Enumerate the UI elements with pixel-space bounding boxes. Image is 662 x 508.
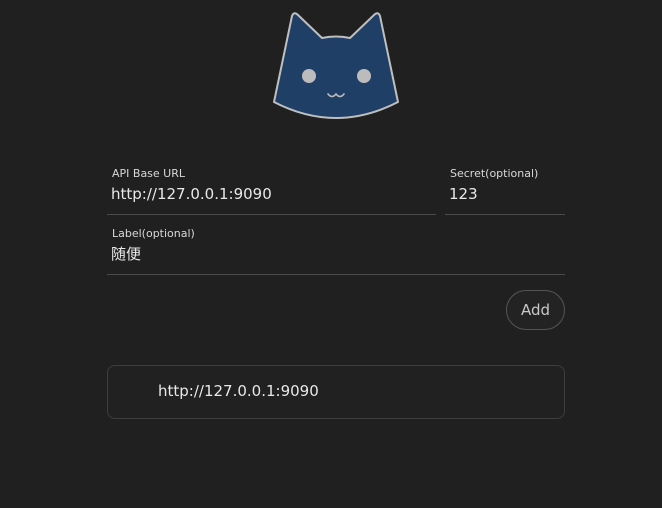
api-base-url-field[interactable]: API Base URL http://127.0.0.1:9090: [107, 167, 436, 215]
backend-url: http://127.0.0.1:9090: [158, 382, 319, 400]
label-field-label: Label(optional): [112, 227, 195, 240]
add-button[interactable]: Add: [506, 290, 565, 330]
secret-label: Secret(optional): [450, 167, 539, 180]
secret-input[interactable]: 123: [449, 184, 478, 204]
cat-logo-icon: [273, 12, 399, 119]
backend-list-item[interactable]: http://127.0.0.1:9090: [107, 365, 565, 419]
secret-field[interactable]: Secret(optional) 123: [445, 167, 565, 215]
api-base-url-input[interactable]: http://127.0.0.1:9090: [111, 184, 272, 204]
label-input[interactable]: 随便: [111, 244, 141, 264]
label-field[interactable]: Label(optional) 随便: [107, 227, 565, 275]
api-base-url-label: API Base URL: [112, 167, 186, 180]
